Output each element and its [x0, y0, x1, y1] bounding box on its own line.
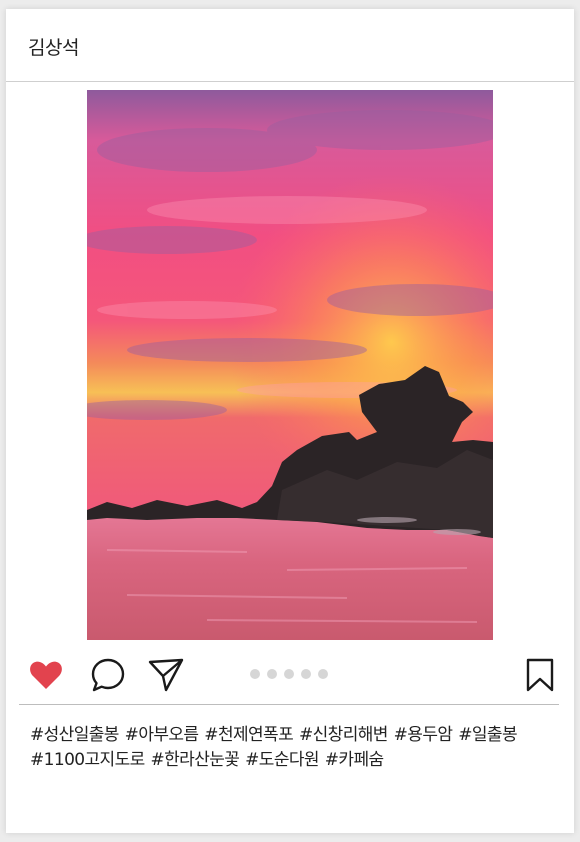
carousel-indicator: [250, 669, 335, 681]
hashtag[interactable]: #신창리해변: [299, 725, 388, 745]
divider: [19, 704, 559, 705]
hashtag[interactable]: #성산일출봉: [30, 725, 119, 745]
hashtag[interactable]: #아부오름: [125, 725, 199, 745]
carousel-dot[interactable]: [284, 669, 294, 679]
share-icon[interactable]: [148, 657, 184, 693]
hashtag[interactable]: #용두암: [394, 725, 453, 745]
hashtag[interactable]: #카페숨: [325, 750, 384, 770]
username[interactable]: 김상석: [28, 33, 79, 60]
post-header: 김상석: [6, 9, 574, 82]
heart-icon[interactable]: [28, 657, 64, 693]
hashtag[interactable]: #한라산눈꽃: [150, 750, 239, 770]
hashtag[interactable]: #1100고지도로: [30, 750, 145, 770]
hashtag[interactable]: #천제연폭포: [204, 725, 293, 745]
carousel-dot[interactable]: [318, 669, 328, 679]
bookmark-icon[interactable]: [522, 657, 558, 693]
post-photo[interactable]: [87, 90, 493, 640]
hashtag[interactable]: #일출봉: [458, 725, 517, 745]
action-bar: [6, 653, 574, 697]
carousel-dot[interactable]: [250, 669, 260, 679]
carousel-dot[interactable]: [301, 669, 311, 679]
carousel-dot[interactable]: [267, 669, 277, 679]
post-card: 김상석 #성산일출봉 #아부오름 #천제연폭포 #신창리해변 #용두암 #일출봉…: [6, 9, 574, 833]
sunset-rock-photo: [87, 90, 493, 640]
hashtag[interactable]: #도순다원: [245, 750, 319, 770]
hashtag-caption: #성산일출봉 #아부오름 #천제연폭포 #신창리해변 #용두암 #일출봉 #11…: [30, 723, 555, 773]
comment-icon[interactable]: [90, 657, 126, 693]
